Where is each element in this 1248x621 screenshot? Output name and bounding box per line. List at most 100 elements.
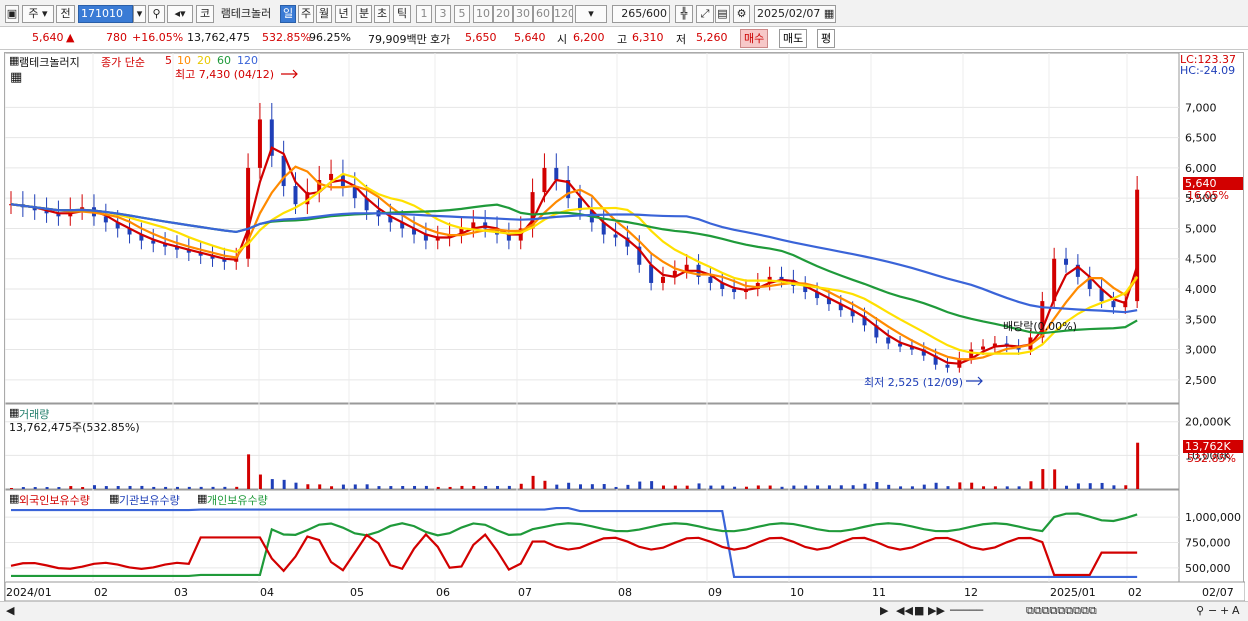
tab-tick[interactable]: 틱: [393, 5, 411, 23]
volume-bar: [946, 486, 950, 489]
volume-summary: 13,762,475주(532.85%): [9, 421, 140, 434]
tick-option-10[interactable]: 10: [473, 5, 493, 23]
volume-bar: [555, 484, 559, 489]
fast-forward-icon[interactable]: ▶▶: [928, 604, 945, 617]
volume-bar: [152, 486, 156, 489]
volume-bar: [1100, 482, 1104, 489]
tick-option-20[interactable]: 20: [493, 5, 513, 23]
volume-bar: [602, 484, 606, 489]
count-input[interactable]: 265/600: [612, 5, 670, 23]
zoom-in-icon[interactable]: +: [1220, 604, 1229, 617]
mode-button[interactable]: 전: [56, 5, 75, 23]
quote-bar: 5,640 ▲ 780 +16.05% 13,762,475 532.85% 9…: [0, 27, 1248, 50]
rewind-icon[interactable]: ◀◀: [896, 604, 913, 617]
volume-bar: [484, 486, 488, 489]
tab-second[interactable]: 초: [374, 5, 390, 23]
volume-bar: [839, 485, 843, 489]
tick-option-1[interactable]: 1: [416, 5, 432, 23]
tick-option-3[interactable]: 3: [435, 5, 451, 23]
inst-holdings-label: 기관보유수량: [119, 494, 180, 507]
sell-button[interactable]: 매도: [779, 29, 808, 48]
candle-body: [329, 173, 334, 180]
code-dropdown-icon[interactable]: ▾: [133, 5, 146, 23]
stock-name: 램테크놀러: [220, 7, 272, 20]
date-input[interactable]: 2025/02/07 ▦: [754, 5, 836, 23]
price-tick-label: 7,000: [1185, 101, 1217, 114]
average-button[interactable]: 평: [817, 29, 836, 48]
volume-bar: [816, 485, 820, 489]
candle-body: [257, 119, 262, 168]
volume-bar: [294, 482, 298, 489]
volume-bar: [211, 486, 215, 489]
volume-bar: [128, 485, 132, 489]
holdings-tick-label: 750,000: [1185, 537, 1231, 550]
tick-option-30[interactable]: 30: [513, 5, 533, 23]
turnover-ratio: 96.25%: [309, 31, 351, 44]
volume-bar: [875, 482, 879, 489]
stop-icon[interactable]: ■: [914, 604, 924, 617]
speaker-icon[interactable]: ◂▾: [167, 5, 193, 23]
chart-panel[interactable]: 7,000 6,500 6,000 5,500 5,000 4,500 4,000 3,500…: [4, 52, 1245, 602]
ma5-label: 5: [165, 54, 172, 67]
scroll-right-icon[interactable]: ▶: [880, 604, 888, 617]
volume-menu-icon[interactable]: ▦: [9, 406, 19, 419]
date-right-label: 02/07: [1202, 586, 1234, 599]
auto-scale-icon[interactable]: A: [1232, 604, 1240, 617]
draw-line-icon[interactable]: ⤢: [696, 5, 714, 23]
custom-tick-select[interactable]: ▾: [575, 5, 607, 23]
volume-bar: [353, 484, 357, 489]
volume-bar: [330, 486, 334, 489]
gear-icon[interactable]: ⚙: [733, 5, 750, 23]
volume-bar: [175, 486, 179, 489]
candle-body: [613, 234, 618, 238]
tick-option-5[interactable]: 5: [454, 5, 470, 23]
tool-icons[interactable]: ⧉⧉⧉⧉⧉⧉⧉⧉⧉: [1026, 604, 1097, 618]
tick-option-120[interactable]: 120: [553, 5, 573, 23]
stock-code-input[interactable]: 171010: [78, 5, 133, 23]
series-label: 종가 단순: [101, 56, 145, 69]
zoom-slider[interactable]: ─────: [950, 604, 983, 617]
candle-icon[interactable]: ╬: [675, 5, 693, 23]
volume-bar: [258, 474, 262, 489]
volume-bar: [306, 484, 310, 489]
save-icon[interactable]: ▤: [715, 5, 730, 23]
search-icon[interactable]: ⚲: [1196, 604, 1204, 617]
volume-bar: [33, 487, 37, 489]
volume-ratio: 532.85%: [262, 31, 311, 44]
volume-bar: [1136, 442, 1140, 489]
volume-bar: [910, 486, 914, 489]
tab-year[interactable]: 년: [335, 5, 352, 23]
holdings-menu-icon-3[interactable]: ▦: [197, 492, 207, 505]
volume-bar: [1017, 486, 1021, 489]
buy-button[interactable]: 매수: [740, 29, 769, 48]
candle-body: [945, 364, 950, 368]
bid-price-2: 5,640: [514, 31, 546, 44]
tab-month[interactable]: 월: [316, 5, 332, 23]
date-tick-label: 05: [350, 586, 364, 599]
layout-icon[interactable]: ▣: [5, 5, 19, 23]
holdings-menu-icon-2[interactable]: ▦: [109, 492, 119, 505]
tab-week[interactable]: 주: [298, 5, 314, 23]
volume-bar: [1041, 469, 1045, 489]
volume-bar: [792, 485, 796, 489]
market-select[interactable]: 주 ▾: [22, 5, 54, 23]
volume-bar: [804, 485, 808, 489]
search-icon[interactable]: ⚲: [148, 5, 165, 23]
tick-option-60[interactable]: 60: [533, 5, 553, 23]
price-tick-label: 4,500: [1185, 253, 1217, 266]
zoom-out-icon[interactable]: −: [1208, 604, 1217, 617]
volume-bar: [401, 486, 405, 489]
chart-title: 램테크놀러지: [19, 56, 80, 69]
grid-toggle-icon[interactable]: ▦: [10, 70, 22, 85]
price-tick-label: 6,500: [1185, 132, 1217, 145]
tab-minute[interactable]: 분: [356, 5, 372, 23]
volume-plot-frame: [5, 403, 1180, 490]
scroll-left-icon[interactable]: ◀: [6, 604, 14, 617]
price-tick-label: 3,000: [1185, 344, 1217, 357]
panel-menu-icon[interactable]: ▦: [9, 54, 19, 67]
holdings-menu-icon[interactable]: ▦: [9, 492, 19, 505]
volume-bar: [780, 486, 784, 489]
date-value: 2025/02/07: [757, 7, 821, 20]
price-tick-label: 2,500: [1185, 374, 1217, 387]
tab-day[interactable]: 일: [280, 5, 296, 23]
